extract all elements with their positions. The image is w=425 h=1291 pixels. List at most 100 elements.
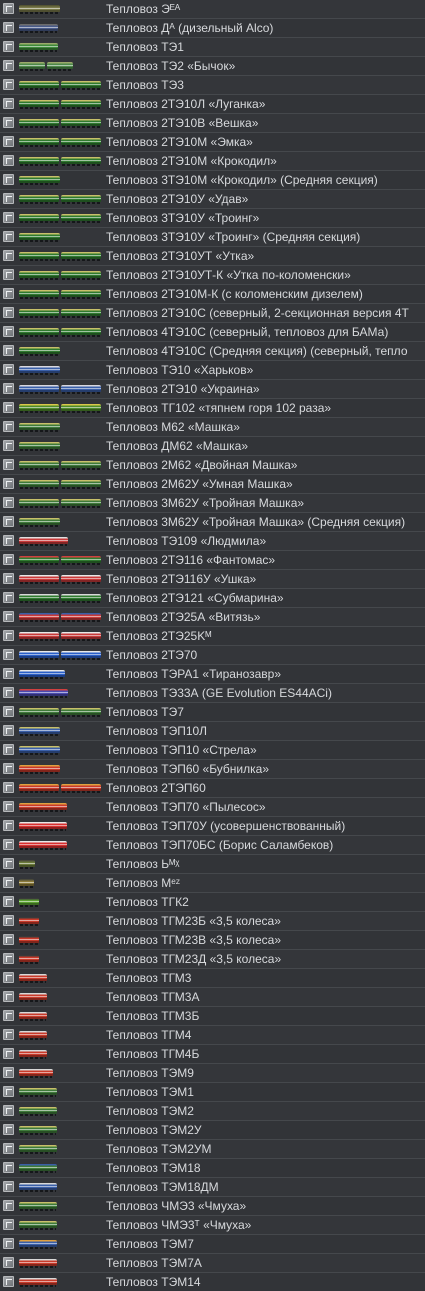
checkbox-icon[interactable] [3, 554, 14, 565]
checkbox-icon[interactable] [3, 573, 14, 584]
list-item[interactable]: Тепловоз 2ТЭ10 «Украина» [0, 380, 425, 399]
list-item[interactable]: Тепловоз ТЭП10 «Стрела» [0, 741, 425, 760]
checkbox-icon[interactable] [3, 250, 14, 261]
checkbox-icon[interactable] [3, 535, 14, 546]
checkbox-icon[interactable] [3, 269, 14, 280]
checkbox-icon[interactable] [3, 1010, 14, 1021]
checkbox-icon[interactable] [3, 402, 14, 413]
checkbox-icon[interactable] [3, 649, 14, 660]
list-item[interactable]: Тепловоз ТЭМ1 [0, 1083, 425, 1102]
checkbox-icon[interactable] [3, 1048, 14, 1059]
list-item[interactable]: Тепловоз ТЭМ7 [0, 1235, 425, 1254]
list-item[interactable]: Тепловоз 2ТЭ10Л «Луганка» [0, 95, 425, 114]
list-item[interactable]: Тепловоз ЧМЭ3 «Чмуха» [0, 1197, 425, 1216]
checkbox-icon[interactable] [3, 1181, 14, 1192]
list-item[interactable]: Тепловоз 3ТЭ10У «Троинг» [0, 209, 425, 228]
checkbox-icon[interactable] [3, 345, 14, 356]
list-item[interactable]: Тепловоз ТЭ2 «Бычок» [0, 57, 425, 76]
checkbox-icon[interactable] [3, 459, 14, 470]
list-item[interactable]: Тепловоз ТЭРА1 «Тиранозавр» [0, 665, 425, 684]
list-item[interactable]: Тепловоз ТГМ3Б [0, 1007, 425, 1026]
list-item[interactable]: Тепловоз ЧМЭ3ᵀ «Чмуха» [0, 1216, 425, 1235]
list-item[interactable]: Тепловоз ТЭМ14 [0, 1273, 425, 1291]
checkbox-icon[interactable] [3, 307, 14, 318]
checkbox-icon[interactable] [3, 79, 14, 90]
list-item[interactable]: Тепловоз 2ТЭ10В «Вешка» [0, 114, 425, 133]
list-item[interactable]: Тепловоз 2ТЭ10У «Удав» [0, 190, 425, 209]
list-item[interactable]: Тепловоз 2ТЭ70 [0, 646, 425, 665]
checkbox-icon[interactable] [3, 440, 14, 451]
list-item[interactable]: Тепловоз 2ТЭ25А «Витязь» [0, 608, 425, 627]
list-item[interactable]: Тепловоз Эᴱᴬ [0, 0, 425, 19]
checkbox-icon[interactable] [3, 193, 14, 204]
list-item[interactable]: Тепловоз ТГМ4 [0, 1026, 425, 1045]
list-item[interactable]: Тепловоз ТЭП70БС (Борис Саламбеков) [0, 836, 425, 855]
list-item[interactable]: Тепловоз ТЭП70У (усовершенствованный) [0, 817, 425, 836]
list-item[interactable]: Тепловоз 2ТЭ10С (северный, 2-секционная … [0, 304, 425, 323]
checkbox-icon[interactable] [3, 516, 14, 527]
list-item[interactable]: Тепловоз ТЭП60 «Бубнилка» [0, 760, 425, 779]
list-item[interactable]: Тепловоз ТГМ23Б «3,5 колеса» [0, 912, 425, 931]
list-item[interactable]: Тепловоз Мᵉᶻ [0, 874, 425, 893]
list-item[interactable]: Тепловоз ТЭМ9 [0, 1064, 425, 1083]
list-item[interactable]: Тепловоз 2ТЭ25Kᴹ [0, 627, 425, 646]
checkbox-icon[interactable] [3, 611, 14, 622]
list-item[interactable]: Тепловоз ТЭМ18ДМ [0, 1178, 425, 1197]
checkbox-icon[interactable] [3, 1162, 14, 1173]
list-item[interactable]: Тепловоз 2ТЭ10УТ-К «Утка по-коломенски» [0, 266, 425, 285]
checkbox-icon[interactable] [3, 60, 14, 71]
checkbox-icon[interactable] [3, 915, 14, 926]
list-item[interactable]: Тепловоз ТГМ3А [0, 988, 425, 1007]
checkbox-icon[interactable] [3, 725, 14, 736]
checkbox-icon[interactable] [3, 820, 14, 831]
checkbox-icon[interactable] [3, 421, 14, 432]
checkbox-icon[interactable] [3, 231, 14, 242]
list-item[interactable]: Тепловоз ТГМ23В «3,5 колеса» [0, 931, 425, 950]
checkbox-icon[interactable] [3, 1257, 14, 1268]
checkbox-icon[interactable] [3, 991, 14, 1002]
checkbox-icon[interactable] [3, 478, 14, 489]
checkbox-icon[interactable] [3, 1086, 14, 1097]
list-item[interactable]: Тепловоз 3М62У «Тройная Машка» [0, 494, 425, 513]
checkbox-icon[interactable] [3, 744, 14, 755]
list-item[interactable]: Тепловоз 2М62 «Двойная Машка» [0, 456, 425, 475]
checkbox-icon[interactable] [3, 706, 14, 717]
list-item[interactable]: Тепловоз ТЭП70 «Пылесос» [0, 798, 425, 817]
list-item[interactable]: Тепловоз ТЭ1 [0, 38, 425, 57]
checkbox-icon[interactable] [3, 801, 14, 812]
checkbox-icon[interactable] [3, 877, 14, 888]
list-item[interactable]: Тепловоз ТГМ4Б [0, 1045, 425, 1064]
list-item[interactable]: Тепловоз 3М62У «Тройная Машка» (Средняя … [0, 513, 425, 532]
checkbox-icon[interactable] [3, 1200, 14, 1211]
checkbox-icon[interactable] [3, 953, 14, 964]
checkbox-icon[interactable] [3, 1067, 14, 1078]
list-item[interactable]: Тепловоз 4ТЭ10С (северный, тепловоз для … [0, 323, 425, 342]
list-item[interactable]: Тепловоз 4ТЭ10С (Средняя секция) (северн… [0, 342, 425, 361]
checkbox-icon[interactable] [3, 1143, 14, 1154]
checkbox-icon[interactable] [3, 1124, 14, 1135]
checkbox-icon[interactable] [3, 1219, 14, 1230]
checkbox-icon[interactable] [3, 839, 14, 850]
checkbox-icon[interactable] [3, 22, 14, 33]
checkbox-icon[interactable] [3, 212, 14, 223]
list-item[interactable]: Тепловоз 2ТЭ10УТ «Утка» [0, 247, 425, 266]
checkbox-icon[interactable] [3, 497, 14, 508]
list-item[interactable]: Тепловоз 2ТЭ10М «Крокодил» [0, 152, 425, 171]
list-item[interactable]: Тепловоз 2М62У «Умная Машка» [0, 475, 425, 494]
checkbox-icon[interactable] [3, 687, 14, 698]
list-item[interactable]: Тепловоз Дᴬ (дизельный Alco) [0, 19, 425, 38]
checkbox-icon[interactable] [3, 1276, 14, 1287]
checkbox-icon[interactable] [3, 155, 14, 166]
list-item[interactable]: Тепловоз 3ТЭ10М «Крокодил» (Средняя секц… [0, 171, 425, 190]
checkbox-icon[interactable] [3, 288, 14, 299]
list-item[interactable]: Тепловоз ТЭМ2УМ [0, 1140, 425, 1159]
list-item[interactable]: Тепловоз 2ТЭП60 [0, 779, 425, 798]
list-item[interactable]: Тепловоз ТЭ3 [0, 76, 425, 95]
checkbox-icon[interactable] [3, 896, 14, 907]
list-item[interactable]: Тепловоз ТЭ10 «Харьков» [0, 361, 425, 380]
checkbox-icon[interactable] [3, 3, 14, 14]
checkbox-icon[interactable] [3, 1238, 14, 1249]
checkbox-icon[interactable] [3, 763, 14, 774]
checkbox-icon[interactable] [3, 858, 14, 869]
list-item[interactable]: Тепловоз ДМ62 «Машка» [0, 437, 425, 456]
